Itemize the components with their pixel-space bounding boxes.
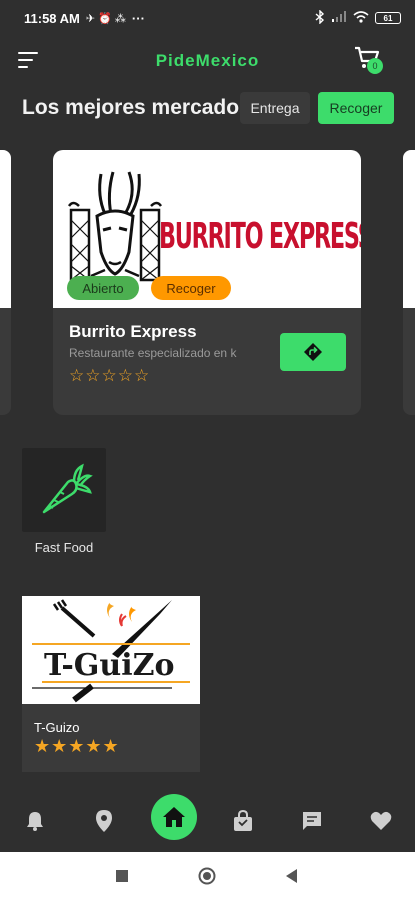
section-heading: Los mejores mercados <box>22 96 251 119</box>
restaurant-logo-text: T-GuiZo <box>44 648 175 683</box>
bell-icon[interactable] <box>22 808 48 834</box>
pickup-toggle[interactable]: Recoger <box>318 92 394 124</box>
rating-stars: ☆☆☆☆☆ <box>69 366 151 385</box>
category-label: Fast Food <box>34 540 94 555</box>
app-bar: PideMexico 0 <box>0 40 415 84</box>
cart-button[interactable]: 0 <box>354 46 386 78</box>
bottom-navigation <box>0 790 415 852</box>
status-badge-pickup: Recoger <box>151 276 231 300</box>
restaurant-logo-text: BURRITO EXPRESS <box>159 216 361 257</box>
notification-icons: ✈ ⏰ ⁂ <box>85 12 126 25</box>
restaurant-image: BURRITO EXPRESS Abierto Recoger <box>53 150 361 308</box>
restaurant-image: T-GuiZo <box>22 596 200 704</box>
shopping-bag-icon[interactable] <box>230 808 256 834</box>
system-navigation-bar <box>0 852 415 900</box>
status-badge-open: Abierto <box>67 276 139 300</box>
status-bar: 11:58 AM ✈ ⏰ ⁂ ··· 61 <box>0 0 415 36</box>
back-icon[interactable] <box>282 866 302 886</box>
system-home-icon[interactable] <box>197 866 217 886</box>
status-time: 11:58 AM <box>24 10 80 26</box>
previous-card[interactable] <box>0 150 11 415</box>
cart-badge: 0 <box>367 58 383 74</box>
battery-icon: 61 <box>375 12 401 24</box>
chat-icon[interactable] <box>299 808 325 834</box>
app-title: PideMexico <box>155 51 260 70</box>
restaurant-description: Restaurante especializado en k <box>69 346 237 360</box>
status-dots: ··· <box>131 10 145 26</box>
recent-apps-icon[interactable] <box>112 866 132 886</box>
signal-icon <box>331 10 347 26</box>
category-fast-food[interactable] <box>22 448 106 532</box>
next-card[interactable] <box>403 150 415 415</box>
wifi-icon <box>353 10 369 26</box>
directions-button[interactable] <box>280 333 346 371</box>
heart-icon[interactable] <box>368 808 394 834</box>
restaurant-name: Burrito Express <box>69 322 197 341</box>
delivery-toggle[interactable]: Entrega <box>240 92 310 124</box>
featured-restaurant-card[interactable]: BURRITO EXPRESS Abierto Recoger Burrito … <box>53 150 361 415</box>
directions-icon <box>304 343 322 361</box>
bluetooth-icon <box>315 8 325 27</box>
rating-stars: ★★★★★ <box>34 736 120 756</box>
home-button[interactable] <box>151 794 197 840</box>
status-right: 61 <box>315 8 401 27</box>
restaurant-name: T-Guizo <box>34 720 80 735</box>
location-pin-icon[interactable] <box>91 808 117 834</box>
restaurant-tile[interactable]: T-GuiZo T-Guizo ★★★★★ <box>22 596 200 772</box>
status-left: 11:58 AM ✈ ⏰ ⁂ ··· <box>24 11 145 26</box>
carrot-icon <box>42 463 93 514</box>
home-icon <box>163 807 185 827</box>
